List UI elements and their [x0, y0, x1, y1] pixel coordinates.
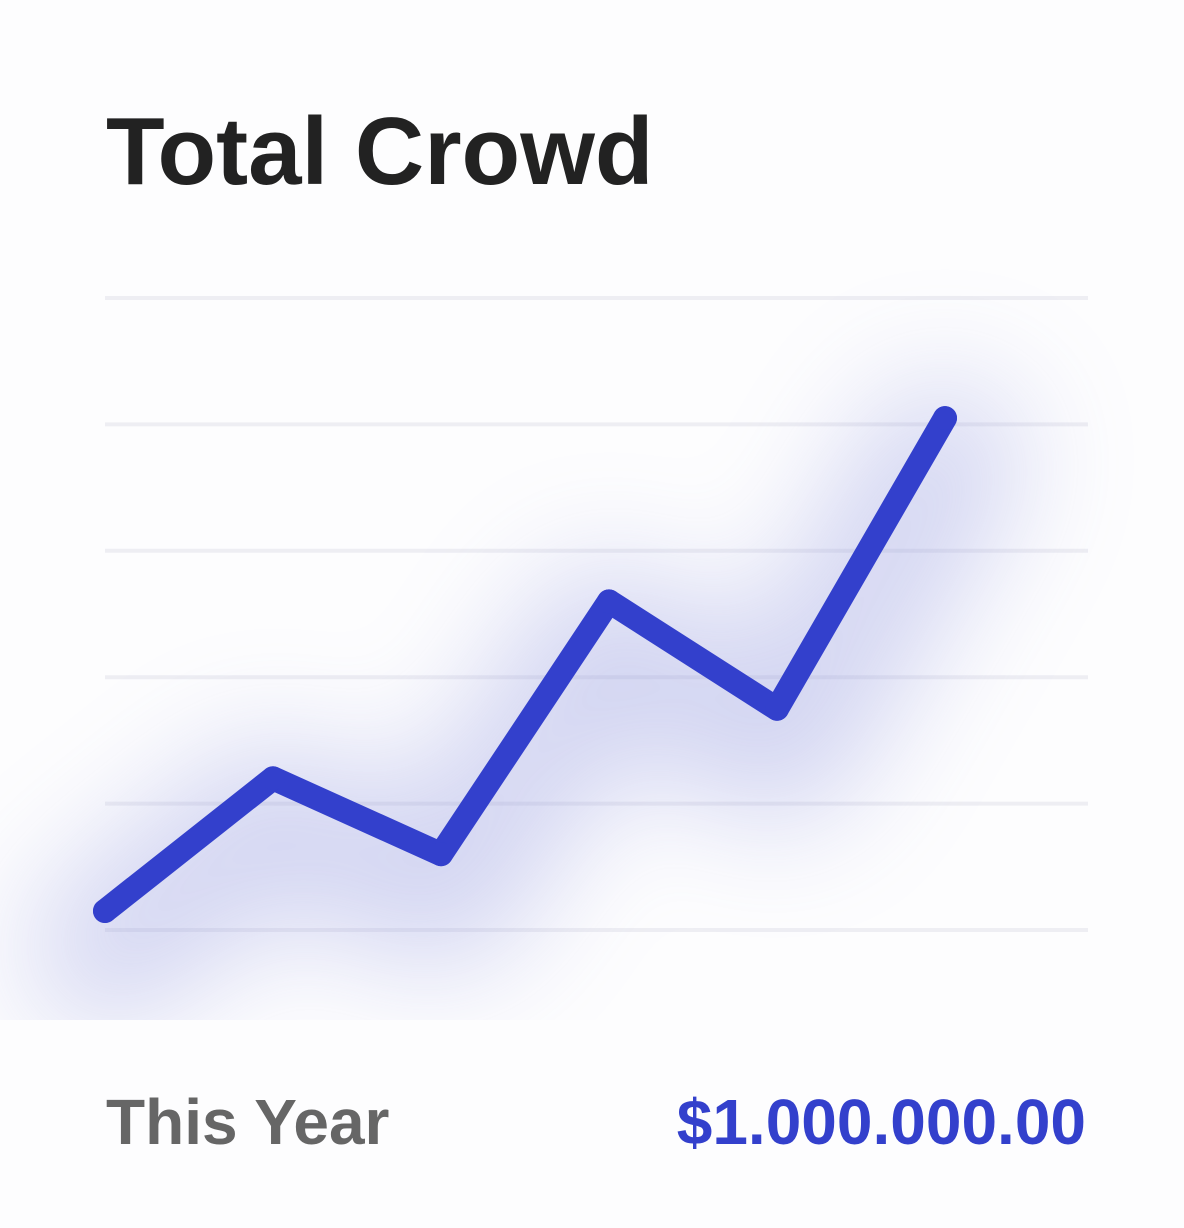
total-crowd-card: Total Crowd This Year $1.000.000.00: [0, 0, 1184, 1228]
data-point: [597, 589, 621, 614]
data-point: [93, 899, 117, 924]
period-label: This Year: [106, 1086, 390, 1158]
line-chart: [30, 296, 1088, 1020]
data-point: [765, 696, 789, 721]
data-point: [429, 842, 453, 867]
series-glow: [30, 383, 1020, 1020]
data-point: [261, 766, 285, 791]
data-point: [933, 406, 957, 431]
line-glow: [30, 383, 1020, 1020]
total-value: $1.000.000.00: [676, 1086, 1086, 1158]
card-title: Total Crowd: [106, 98, 654, 205]
